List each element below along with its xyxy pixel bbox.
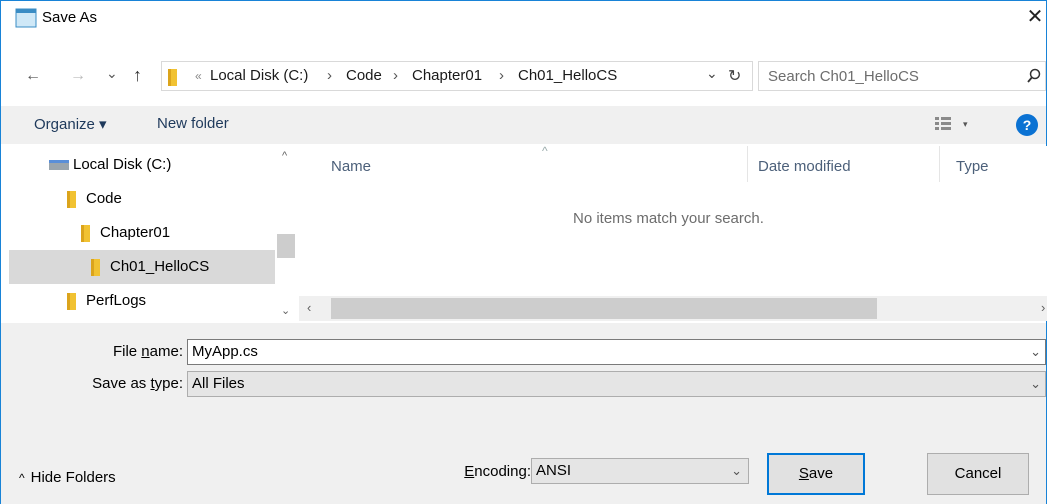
tree-item-local-disk[interactable]: Local Disk (C:): [1, 148, 275, 182]
button-accelerator: S: [798, 465, 809, 482]
breadcrumb-separator[interactable]: ›: [393, 67, 398, 84]
folder-icon: [67, 190, 76, 208]
scroll-thumb[interactable]: [331, 298, 877, 319]
chevron-up-icon: ^: [19, 471, 25, 485]
label-accelerator: n: [141, 343, 150, 360]
breadcrumb-separator[interactable]: ›: [327, 67, 332, 84]
file-list-horizontal-scrollbar[interactable]: ‹ ›: [299, 296, 1047, 321]
address-bar[interactable]: « Local Disk (C:) › Code › Chapter01 › C…: [161, 61, 753, 91]
save-as-type-select[interactable]: All Files ⌄: [187, 371, 1046, 397]
cancel-button[interactable]: Cancel: [927, 453, 1029, 495]
forward-button[interactable]: →: [70, 66, 86, 86]
file-name-field[interactable]: MyApp.cs ⌄: [187, 339, 1046, 365]
nav-vertical-scrollbar[interactable]: ^ ⌄: [275, 146, 297, 321]
breadcrumb-ch01-hellocs[interactable]: Ch01_HelloCS: [518, 67, 617, 84]
tree-item-label: Chapter01: [100, 224, 171, 241]
column-header-date[interactable]: Date modified: [758, 158, 851, 175]
save-options-panel: File name: MyApp.cs ⌄ Save as type: All …: [1, 323, 1046, 504]
svg-text:▾: ▾: [963, 119, 968, 129]
chevron-down-icon[interactable]: ⌄: [1030, 372, 1041, 396]
navigation-pane: Local Disk (C:) Code Chapter01 Ch01_Hell…: [1, 146, 297, 321]
tree-item-label: Local Disk (C:): [73, 156, 172, 173]
view-options-icon[interactable]: ▾: [935, 116, 971, 136]
tree-item-chapter01[interactable]: Chapter01: [1, 216, 275, 250]
back-button[interactable]: ←: [25, 66, 41, 86]
search-placeholder: Search Ch01_HelloCS: [768, 68, 919, 85]
refresh-icon[interactable]: ↻: [728, 66, 741, 86]
column-header-type[interactable]: Type: [956, 158, 989, 175]
column-header-name[interactable]: Name: [331, 158, 371, 175]
folder-icon: [81, 224, 90, 242]
hide-folders-button[interactable]: ^ Hide Folders: [19, 469, 116, 486]
overflow-icon[interactable]: «: [195, 69, 202, 83]
new-folder-button[interactable]: New folder: [157, 115, 229, 132]
folder-icon: [91, 258, 100, 276]
tree-item-ch01-hellocs[interactable]: Ch01_HelloCS: [9, 250, 275, 284]
encoding-label: Encoding:: [441, 463, 531, 480]
label-part: ame:: [149, 343, 183, 360]
encoding-select[interactable]: ANSI ⌄: [531, 458, 749, 484]
scroll-right-icon[interactable]: ›: [1041, 300, 1045, 315]
scroll-thumb[interactable]: [277, 234, 295, 258]
recent-locations-button[interactable]: ⌄: [106, 63, 118, 83]
empty-message: No items match your search.: [573, 210, 764, 227]
address-dropdown-icon[interactable]: ⌄: [706, 65, 718, 82]
save-as-type-label: Save as type:: [61, 375, 183, 392]
tree-item-label: Ch01_HelloCS: [110, 258, 210, 275]
tree-item-perflogs[interactable]: PerfLogs: [1, 284, 275, 318]
scroll-down-icon[interactable]: ⌄: [281, 304, 290, 317]
tree-item-code[interactable]: Code: [1, 182, 275, 216]
breadcrumb-code[interactable]: Code: [346, 67, 382, 84]
tree-item-label: PerfLogs: [86, 292, 147, 309]
label-accelerator: E: [464, 463, 475, 480]
up-button[interactable]: ↑: [133, 65, 142, 85]
organize-menu[interactable]: Organize ▾: [34, 115, 107, 133]
button-label: ave: [808, 465, 834, 482]
scroll-up-icon[interactable]: ^: [282, 150, 287, 162]
tree-item-label: Code: [86, 190, 122, 207]
command-bar: Organize ▾ New folder ▾ ?: [1, 106, 1046, 144]
close-icon[interactable]: ✕: [1023, 5, 1047, 29]
search-input[interactable]: Search Ch01_HelloCS: [758, 61, 1046, 91]
label-part: File: [112, 343, 142, 360]
label-part: ype:: [154, 375, 183, 392]
folder-icon: [67, 292, 76, 310]
sort-arrow-icon: ^: [542, 144, 548, 158]
dialog-title: Save As: [42, 9, 98, 26]
chevron-down-icon[interactable]: ⌄: [731, 459, 742, 483]
breadcrumb-chapter01[interactable]: Chapter01: [412, 67, 482, 84]
file-list: ^ Name Date modified Type No items match…: [299, 144, 1047, 321]
encoding-value: ANSI: [536, 462, 572, 479]
drive-icon: [49, 160, 69, 171]
title-bar: Save As ✕: [1, 1, 1046, 35]
breadcrumb-local-disk[interactable]: Local Disk (C:): [210, 67, 308, 84]
column-divider[interactable]: [747, 146, 748, 182]
file-name-value: MyApp.cs: [192, 343, 258, 360]
save-as-type-value: All Files: [192, 375, 245, 392]
search-icon[interactable]: [1027, 68, 1041, 88]
scroll-left-icon[interactable]: ‹: [307, 300, 311, 315]
file-name-label: File name:: [61, 343, 183, 360]
label-part: ncoding:: [474, 463, 531, 480]
breadcrumb-separator[interactable]: ›: [499, 67, 504, 84]
column-divider[interactable]: [939, 146, 940, 182]
save-button[interactable]: Save: [767, 453, 865, 495]
save-as-dialog: Save As ✕ ← → ⌄ ↑ « Local Disk (C:) › Co…: [0, 0, 1047, 504]
help-icon[interactable]: ?: [1016, 114, 1038, 136]
folder-icon: [168, 68, 187, 86]
dialog-icon: [15, 8, 37, 28]
hide-folders-label: Hide Folders: [30, 469, 116, 486]
label-part: Save as: [92, 375, 151, 392]
chevron-down-icon[interactable]: ⌄: [1030, 340, 1041, 364]
